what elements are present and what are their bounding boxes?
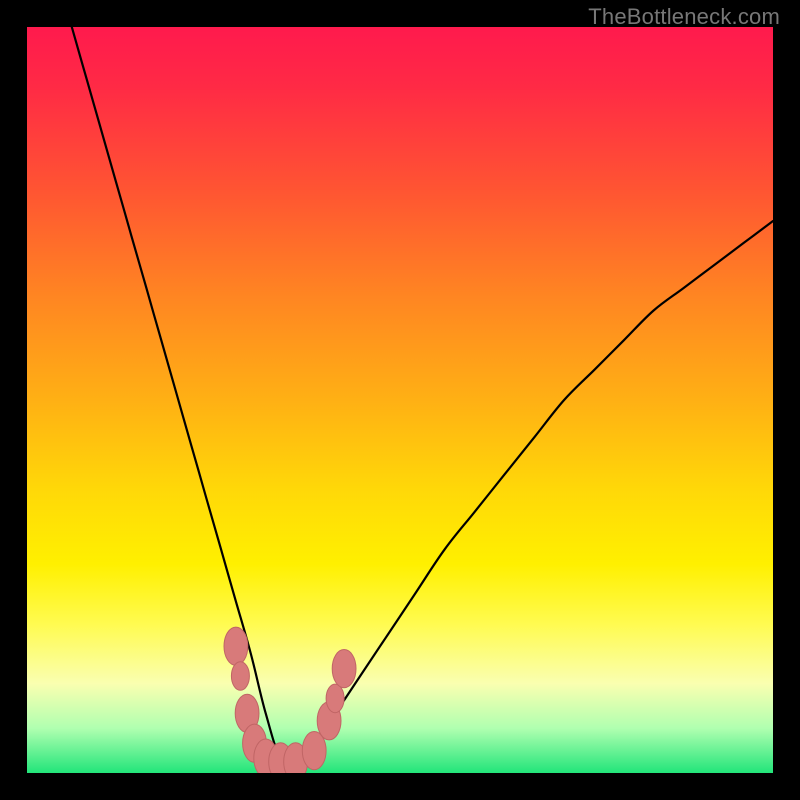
curve-marker xyxy=(332,650,356,688)
curve-marker xyxy=(224,627,248,665)
marker-group xyxy=(224,627,356,773)
bottleneck-curve-svg xyxy=(27,27,773,773)
curve-marker xyxy=(326,684,344,713)
plot-area xyxy=(27,27,773,773)
chart-frame: TheBottleneck.com xyxy=(0,0,800,800)
bottleneck-curve-path xyxy=(72,27,773,762)
curve-marker xyxy=(231,662,249,691)
